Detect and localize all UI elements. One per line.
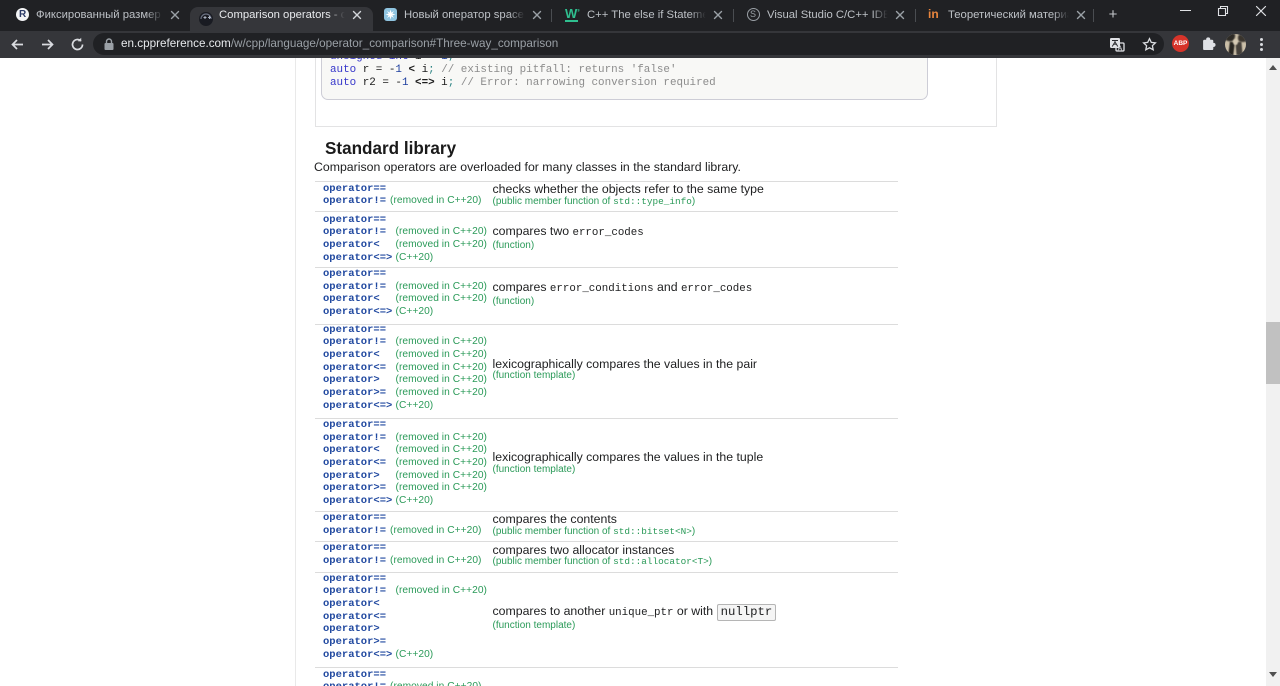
svg-text:A: A [1118,46,1123,53]
